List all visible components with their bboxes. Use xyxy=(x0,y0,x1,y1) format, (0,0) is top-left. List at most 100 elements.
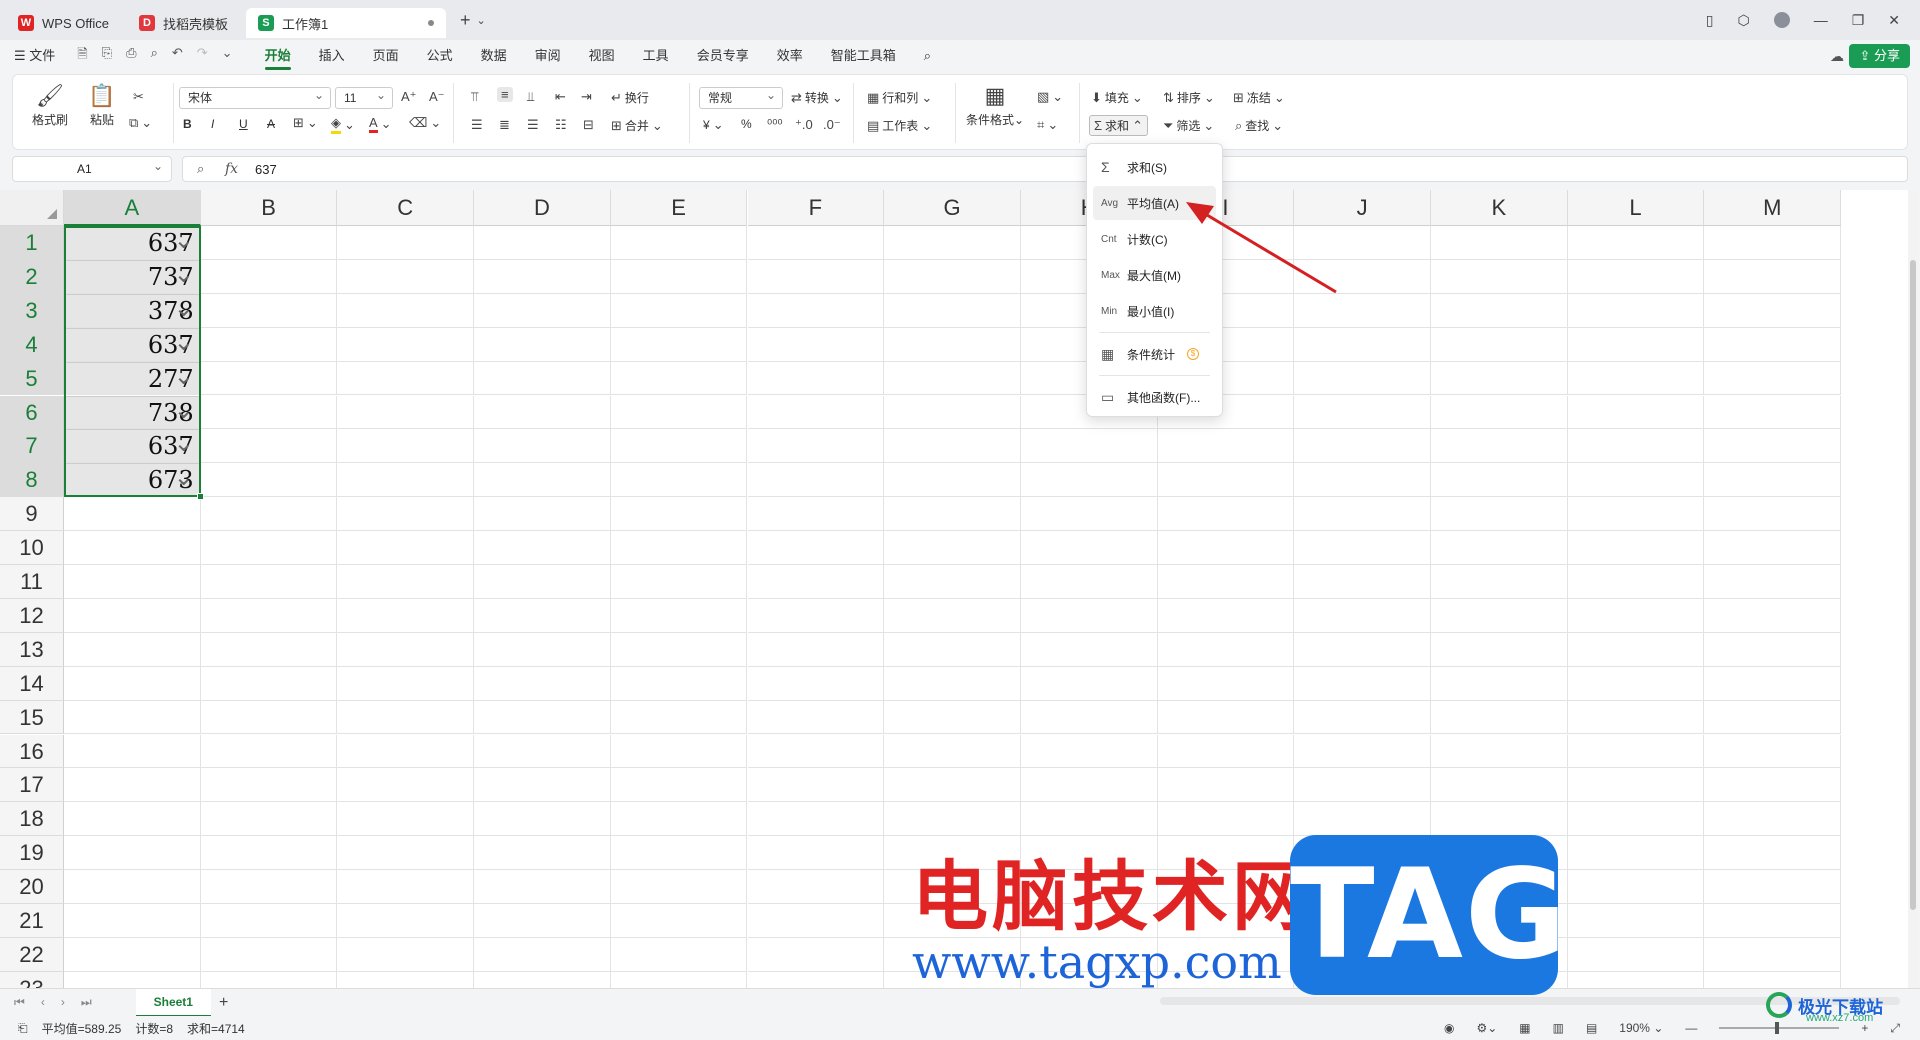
cell-e22[interactable] xyxy=(610,937,748,972)
cell-b8[interactable] xyxy=(200,463,338,498)
cell-i17[interactable] xyxy=(1157,768,1295,803)
row-header-14[interactable]: 14 xyxy=(0,666,64,701)
cell-b5[interactable] xyxy=(200,361,338,396)
cell-a9[interactable] xyxy=(64,497,201,532)
cell-a8[interactable]: 673 xyxy=(64,461,201,498)
freeze-button[interactable]: ⊞ 冻结 ⌄ xyxy=(1233,89,1285,106)
sheet-tab-sheet1[interactable]: Sheet1 xyxy=(135,988,211,1017)
fill-handle[interactable] xyxy=(196,493,204,501)
cell-e18[interactable] xyxy=(610,802,748,837)
align-left-button[interactable]: ☰ xyxy=(471,117,483,133)
cell-m13[interactable] xyxy=(1704,632,1842,667)
cell-f21[interactable] xyxy=(747,904,885,938)
cell-m5[interactable] xyxy=(1704,361,1842,396)
cell-f14[interactable] xyxy=(747,666,885,701)
cell-a5[interactable]: 277 xyxy=(64,360,201,396)
cell-g18[interactable] xyxy=(884,802,1021,837)
italic-button[interactable]: I xyxy=(211,117,214,131)
cell-e5[interactable] xyxy=(610,361,748,396)
cell-k18[interactable] xyxy=(1431,802,1568,837)
cell-j17[interactable] xyxy=(1294,768,1431,803)
cell-d17[interactable] xyxy=(474,768,611,803)
search-icon[interactable]: ⌕ xyxy=(910,40,945,72)
cell-f11[interactable] xyxy=(747,565,885,599)
cell-c11[interactable] xyxy=(337,565,475,599)
increase-decimal-button[interactable]: ⁺.0 xyxy=(795,117,813,133)
cell-b2[interactable] xyxy=(200,259,338,294)
menu-item-min[interactable]: Min 最小值(I) xyxy=(1093,294,1216,328)
row-header-22[interactable]: 22 xyxy=(0,937,64,972)
cell-l4[interactable] xyxy=(1567,327,1705,362)
export-icon[interactable]: ⎘ xyxy=(102,45,112,67)
row-header-7[interactable]: 7 xyxy=(0,429,64,464)
cell-i14[interactable] xyxy=(1157,666,1295,701)
redo-icon[interactable]: ↷ xyxy=(197,45,208,67)
cell-a3[interactable]: 378 xyxy=(64,292,201,328)
cell-j15[interactable] xyxy=(1294,700,1431,735)
cell-b9[interactable] xyxy=(200,497,338,532)
cell-d18[interactable] xyxy=(474,802,611,837)
cell-e20[interactable] xyxy=(610,870,748,904)
cell-m6[interactable] xyxy=(1704,395,1842,430)
cell-l1[interactable] xyxy=(1567,226,1705,260)
tab-view[interactable]: 视图 xyxy=(575,40,629,72)
border-button[interactable]: ⊞ ⌄ xyxy=(293,115,318,131)
cell-l15[interactable] xyxy=(1567,700,1705,735)
cell-i12[interactable] xyxy=(1157,598,1295,633)
column-header-a[interactable]: A xyxy=(64,190,201,226)
row-header-2[interactable]: 2 xyxy=(0,259,64,294)
menu-item-sum[interactable]: Σ 求和(S) xyxy=(1093,150,1216,184)
cell-l6[interactable] xyxy=(1567,395,1705,430)
first-sheet-icon[interactable]: ⏮ xyxy=(14,995,25,1010)
cell-j9[interactable] xyxy=(1294,497,1431,532)
cell-j10[interactable] xyxy=(1294,531,1431,565)
column-header-k[interactable]: K xyxy=(1431,190,1568,226)
filter-button[interactable]: ⏷ 筛选 ⌄ xyxy=(1163,117,1214,134)
cell-m14[interactable] xyxy=(1704,666,1842,701)
cell-c10[interactable] xyxy=(337,531,475,565)
status-average[interactable]: 平均值=589.25 xyxy=(42,1020,122,1037)
cell-g8[interactable] xyxy=(884,463,1021,498)
cell-e19[interactable] xyxy=(610,836,748,871)
cell-h9[interactable] xyxy=(1020,497,1158,532)
cube-icon[interactable]: ⬡ xyxy=(1737,12,1749,29)
add-sheet-button[interactable]: + xyxy=(219,994,228,1012)
cell-m8[interactable] xyxy=(1704,463,1842,498)
cell-e6[interactable] xyxy=(610,395,748,430)
cell-d2[interactable] xyxy=(474,259,611,294)
cell-h12[interactable] xyxy=(1020,598,1158,633)
page-layout-icon[interactable]: ▥ xyxy=(1553,1021,1564,1035)
cell-i8[interactable] xyxy=(1157,463,1295,498)
column-header-f[interactable]: F xyxy=(747,190,885,226)
row-header-20[interactable]: 20 xyxy=(0,870,64,904)
cell-m10[interactable] xyxy=(1704,531,1842,565)
cell-h16[interactable] xyxy=(1020,734,1158,769)
percent-button[interactable]: % xyxy=(741,117,752,131)
cell-l18[interactable] xyxy=(1567,802,1705,837)
thousands-button[interactable]: ⁰⁰⁰ xyxy=(767,117,783,133)
menu-item-average[interactable]: Avg 平均值(A) xyxy=(1093,186,1216,220)
close-icon[interactable]: ✕ xyxy=(1888,12,1900,29)
last-sheet-icon[interactable]: ⏭ xyxy=(81,995,92,1010)
cell-f6[interactable] xyxy=(747,395,885,430)
cell-m9[interactable] xyxy=(1704,497,1842,532)
tab-tools[interactable]: 工具 xyxy=(629,40,683,72)
cell-a21[interactable] xyxy=(64,904,201,938)
cell-k8[interactable] xyxy=(1431,463,1568,498)
chevron-down-icon[interactable]: ⌄ xyxy=(222,45,233,67)
font-name-select[interactable]: 宋体 xyxy=(179,85,331,109)
cell-m4[interactable] xyxy=(1704,327,1842,362)
share-button[interactable]: ⇪ 分享 xyxy=(1849,44,1910,68)
fit-icon[interactable]: ⤢ xyxy=(1890,1021,1900,1036)
cell-b14[interactable] xyxy=(200,666,338,701)
column-header-d[interactable]: D xyxy=(474,190,611,226)
cell-c3[interactable] xyxy=(337,293,475,328)
cell-a19[interactable] xyxy=(64,836,201,871)
cell-b10[interactable] xyxy=(200,531,338,565)
cell-m22[interactable] xyxy=(1704,937,1842,972)
cell-c2[interactable] xyxy=(337,259,475,294)
cell-f8[interactable] xyxy=(747,463,885,498)
tab-formula[interactable]: 公式 xyxy=(413,40,467,72)
settings-icon[interactable]: ⚙⌄ xyxy=(1476,1021,1497,1035)
cloud-icon[interactable]: ☁ xyxy=(1830,48,1844,65)
